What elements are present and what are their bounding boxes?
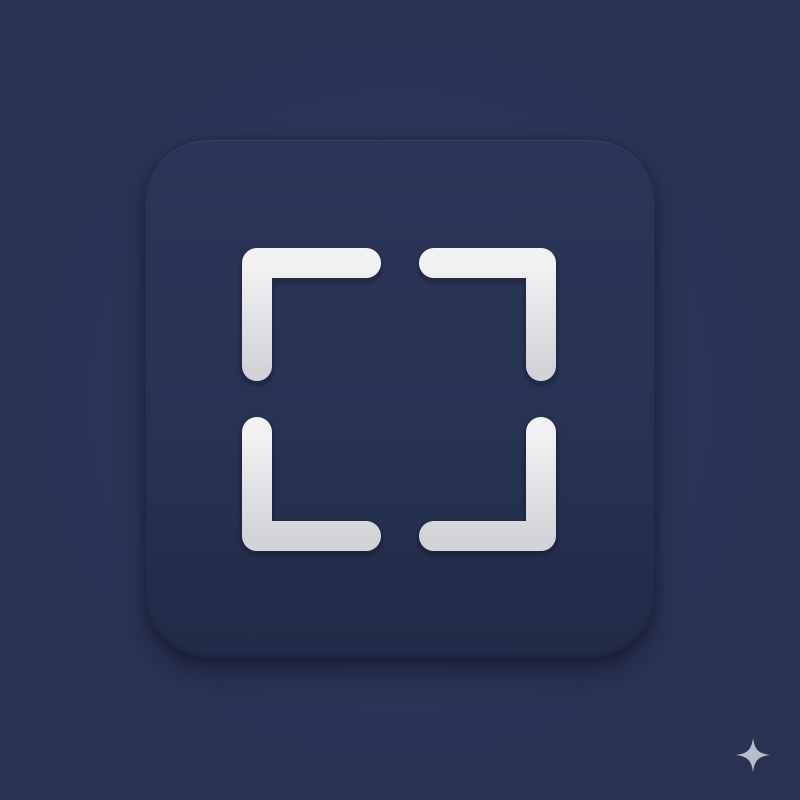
corner-top-left (242, 248, 381, 381)
fullscreen-app-tile[interactable] (145, 140, 655, 658)
corner-top-right (419, 248, 556, 381)
sparkle-icon (736, 738, 770, 772)
background-canvas (0, 0, 800, 800)
corner-bottom-left (242, 417, 381, 551)
corner-bottom-right (419, 417, 556, 551)
fullscreen-frame-icon (242, 248, 556, 551)
